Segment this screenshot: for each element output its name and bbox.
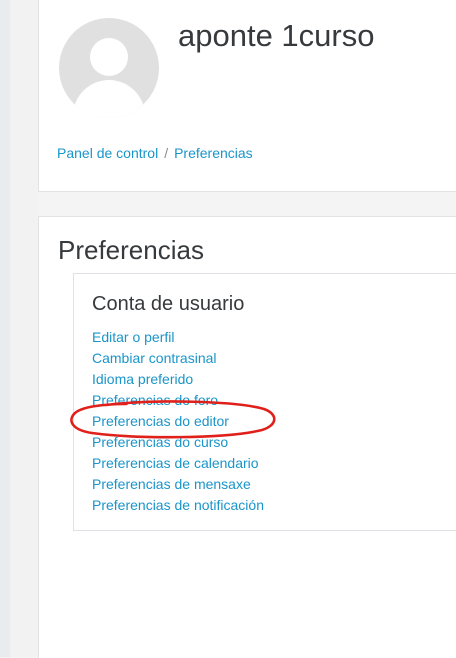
change-password-link[interactable]: Cambiar contrasinal <box>92 348 264 369</box>
edit-profile-link[interactable]: Editar o perfil <box>92 327 264 348</box>
message-preferences-link[interactable]: Preferencias de mensaxe <box>92 474 264 495</box>
preferences-link-list: Editar o perfil Cambiar contrasinal Idio… <box>92 327 264 516</box>
page-title: Preferencias <box>58 235 204 265</box>
course-preferences-link[interactable]: Preferencias do curso <box>92 432 264 453</box>
breadcrumb: Panel de control / Preferencias <box>57 145 253 161</box>
left-nav-strip <box>0 0 10 657</box>
page-header: aponte 1curso Panel de control / Preferenc… <box>38 0 456 192</box>
section-title: Conta de usuario <box>92 293 245 315</box>
breadcrumb-preferences-link[interactable]: Preferencias <box>174 145 253 161</box>
breadcrumb-dashboard-link[interactable]: Panel de control <box>57 145 158 161</box>
avatar[interactable] <box>59 18 159 118</box>
editor-preferences-link[interactable]: Preferencias do editor <box>92 411 264 432</box>
calendar-preferences-link[interactable]: Preferencias de calendario <box>92 453 264 474</box>
preferred-language-link[interactable]: Idioma preferido <box>92 369 264 390</box>
user-fullname: aponte 1curso <box>178 18 375 53</box>
avatar-body-shape <box>73 80 145 118</box>
user-account-section: Conta de usuario Editar o perfil Cambiar… <box>73 273 456 531</box>
page-gutter <box>10 0 38 657</box>
breadcrumb-separator: / <box>164 145 169 161</box>
forum-preferences-link[interactable]: Preferencias do foro <box>92 390 264 411</box>
avatar-head-shape <box>90 38 128 76</box>
main-content: Preferencias Conta de usuario Editar o p… <box>38 216 456 658</box>
notification-preferences-link[interactable]: Preferencias de notificación <box>92 495 264 516</box>
